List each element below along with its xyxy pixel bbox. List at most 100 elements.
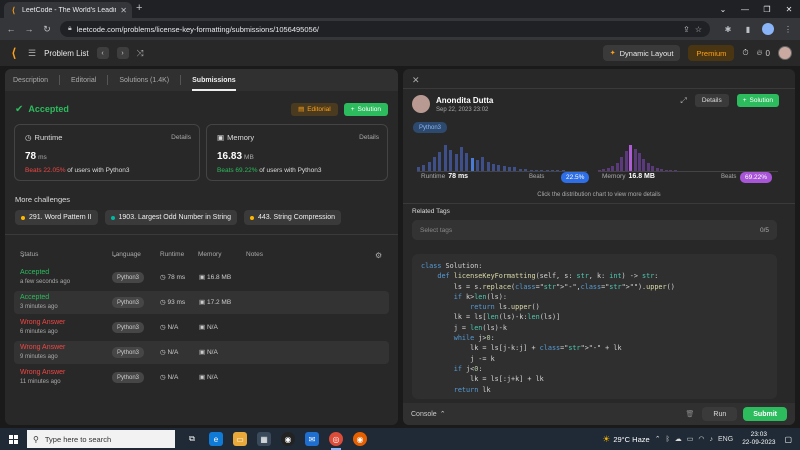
runtime-details-link[interactable]: Details [171, 134, 191, 141]
shuffle-icon[interactable]: ⤨ [137, 48, 144, 59]
menu-icon[interactable]: ⋮ [782, 25, 794, 34]
weather-widget[interactable]: ☀ 29°C Haze [602, 434, 649, 445]
language-indicator[interactable]: ENG [718, 436, 733, 443]
settings-gear-icon[interactable]: ⚙ [375, 251, 382, 260]
notifications-icon[interactable]: ▢ [784, 435, 792, 444]
new-tab-icon[interactable]: + [136, 2, 142, 14]
close-tab-icon[interactable]: ✕ [120, 6, 127, 15]
runtime-card[interactable]: ◷ Runtime Details 78 ms Beats 22.05% of us… [14, 124, 200, 181]
table-row[interactable]: Wrong Answer 9 minutes ago Python3 ◷ N/A ▣ N… [14, 341, 389, 364]
tab-submissions[interactable]: Submissions [192, 77, 236, 91]
streak-counter[interactable]: 🔥︎ 0 [757, 48, 770, 58]
extensions-icon[interactable]: ✱ [722, 25, 734, 34]
chart-baseline [417, 171, 587, 172]
tab-divider [107, 75, 109, 85]
bookmark-star-icon[interactable]: ☆ [695, 25, 702, 34]
submission-status[interactable]: Wrong Answer [20, 344, 65, 351]
close-window-icon[interactable]: ✕ [778, 0, 800, 18]
language-column-header[interactable]: Language ⌄ [112, 251, 141, 259]
tab-search-icon[interactable]: ⌄ [712, 0, 734, 18]
run-button[interactable]: Run [702, 407, 738, 421]
problem-list-link[interactable]: Problem List [44, 49, 88, 58]
table-row[interactable]: Accepted a few seconds ago Python3 ◷ 78 ms ▣… [14, 266, 389, 289]
back-icon[interactable]: ← [6, 24, 16, 34]
solution-button[interactable]: + Solution [343, 102, 388, 116]
challenge-chip[interactable]: 291. Word Pattern II [15, 210, 98, 225]
reload-icon[interactable]: ↻ [42, 24, 52, 35]
volume-icon[interactable]: ♪ [710, 436, 714, 443]
chrome-icon[interactable]: ◎ [329, 432, 343, 450]
runtime-beats-pct: Beats 22.05% [25, 167, 66, 174]
author-avatar[interactable] [412, 95, 430, 113]
dynamic-layout-button[interactable]: ✦ Dynamic Layout [602, 45, 681, 61]
clock-date: 22-09-2023 [742, 439, 776, 446]
memory-card[interactable]: ▣ Memory Details 16.83 MB Beats 69.22% of … [206, 124, 388, 181]
external-link-icon[interactable]: ⤢ [680, 96, 686, 106]
table-row[interactable]: Accepted 3 minutes ago Python3 ◷ 93 ms ▣ 17.… [14, 291, 389, 314]
premium-button[interactable]: Premium [688, 45, 735, 61]
editorial-label: Editorial [307, 105, 331, 113]
prev-problem-icon[interactable]: ‹ [96, 47, 109, 59]
details-button[interactable]: Details [694, 94, 729, 107]
minimize-icon[interactable]: — [734, 0, 756, 18]
clock[interactable]: 23:03 22-09-2023 [742, 431, 775, 447]
browser-tab[interactable]: ⟨ LeetCode - The World's Leading ✕ [4, 2, 132, 18]
challenge-chip[interactable]: 1903. Largest Odd Number in String [104, 210, 237, 225]
streak-count: 0 [765, 48, 770, 58]
onedrive-icon[interactable]: ☁ [675, 435, 682, 443]
start-button[interactable] [4, 428, 22, 450]
share-icon[interactable]: ⇪ [683, 25, 690, 34]
distribution-bar [492, 163, 495, 171]
premium-label: Premium [696, 48, 727, 58]
tab-editorial[interactable]: Editorial [71, 77, 96, 84]
challenge-chip[interactable]: 443. String Compression [243, 210, 342, 225]
url-text[interactable]: leetcode.com/problems/license-key-format… [77, 25, 678, 34]
edge-icon[interactable]: e [209, 432, 223, 446]
memory-details-link[interactable]: Details [359, 134, 379, 141]
table-row[interactable]: Wrong Answer 11 minutes ago Python3 ◷ N/A ▣ … [14, 366, 389, 389]
editorial-button[interactable]: ▤ Editorial [291, 102, 338, 116]
mail-icon[interactable]: ✉ [305, 432, 319, 446]
submission-time: 6 minutes ago [20, 329, 58, 335]
task-view-icon[interactable]: ⧉ [185, 432, 199, 446]
code-block[interactable]: class Solution: def licenseKeyFormatting… [412, 254, 777, 399]
clock-icon: ◷ [160, 274, 166, 281]
console-toggle[interactable]: Console ⌃ [411, 410, 446, 419]
submission-status[interactable]: Wrong Answer [20, 369, 65, 376]
battery-icon[interactable]: ▭ [687, 435, 694, 443]
taskbar-search[interactable]: ⚲ Type here to search [27, 430, 175, 448]
file-explorer-icon[interactable]: ▭ [233, 432, 247, 446]
submission-status[interactable]: Accepted [20, 269, 49, 276]
dell-icon[interactable]: ◉ [281, 432, 295, 446]
tags-select[interactable]: Select tags 0/5 [412, 220, 777, 240]
profile-avatar[interactable] [762, 23, 774, 35]
solution-button-right[interactable]: + Solution [736, 94, 779, 107]
firefox-icon[interactable]: ◉ [353, 432, 367, 446]
tab-description[interactable]: Description [13, 77, 48, 84]
tray-chevron-icon[interactable]: ⌃ [655, 435, 661, 443]
sidepanel-icon[interactable]: ▮ [742, 25, 754, 34]
store-icon[interactable]: ▦ [257, 432, 271, 446]
submission-status[interactable]: Wrong Answer [20, 319, 65, 326]
distribution-bar [459, 147, 463, 171]
user-avatar[interactable] [778, 46, 792, 60]
wifi-icon[interactable]: ◠ [698, 435, 704, 443]
submission-status[interactable]: Accepted [20, 294, 49, 301]
status-column-header[interactable]: Status ⌄ [20, 251, 38, 259]
close-icon[interactable]: ✕ [412, 75, 420, 86]
memory-metric-label: Memory [602, 173, 626, 180]
next-problem-icon[interactable]: › [116, 47, 129, 59]
address-bar[interactable]: 🔒︎ leetcode.com/problems/license-key-for… [60, 21, 710, 37]
submit-button[interactable]: Submit [743, 407, 787, 421]
table-row[interactable]: Wrong Answer 6 minutes ago Python3 ◷ N/A ▣ N… [14, 316, 389, 339]
bluetooth-icon[interactable]: ᛒ [666, 436, 670, 443]
problem-list-icon[interactable]: ☰ [28, 48, 36, 59]
maximize-icon[interactable]: ❐ [756, 0, 778, 18]
timer-icon[interactable]: ⏱ [742, 48, 748, 58]
forward-icon[interactable]: → [24, 24, 34, 34]
plus-icon: + [742, 97, 747, 104]
tab-solutions[interactable]: Solutions (1.4K) [119, 77, 169, 84]
author-name[interactable]: Anondita Dutta [436, 96, 493, 105]
leetcode-logo-icon[interactable]: ⟨ [8, 46, 20, 60]
trash-icon[interactable]: 🗑︎ [686, 410, 695, 418]
